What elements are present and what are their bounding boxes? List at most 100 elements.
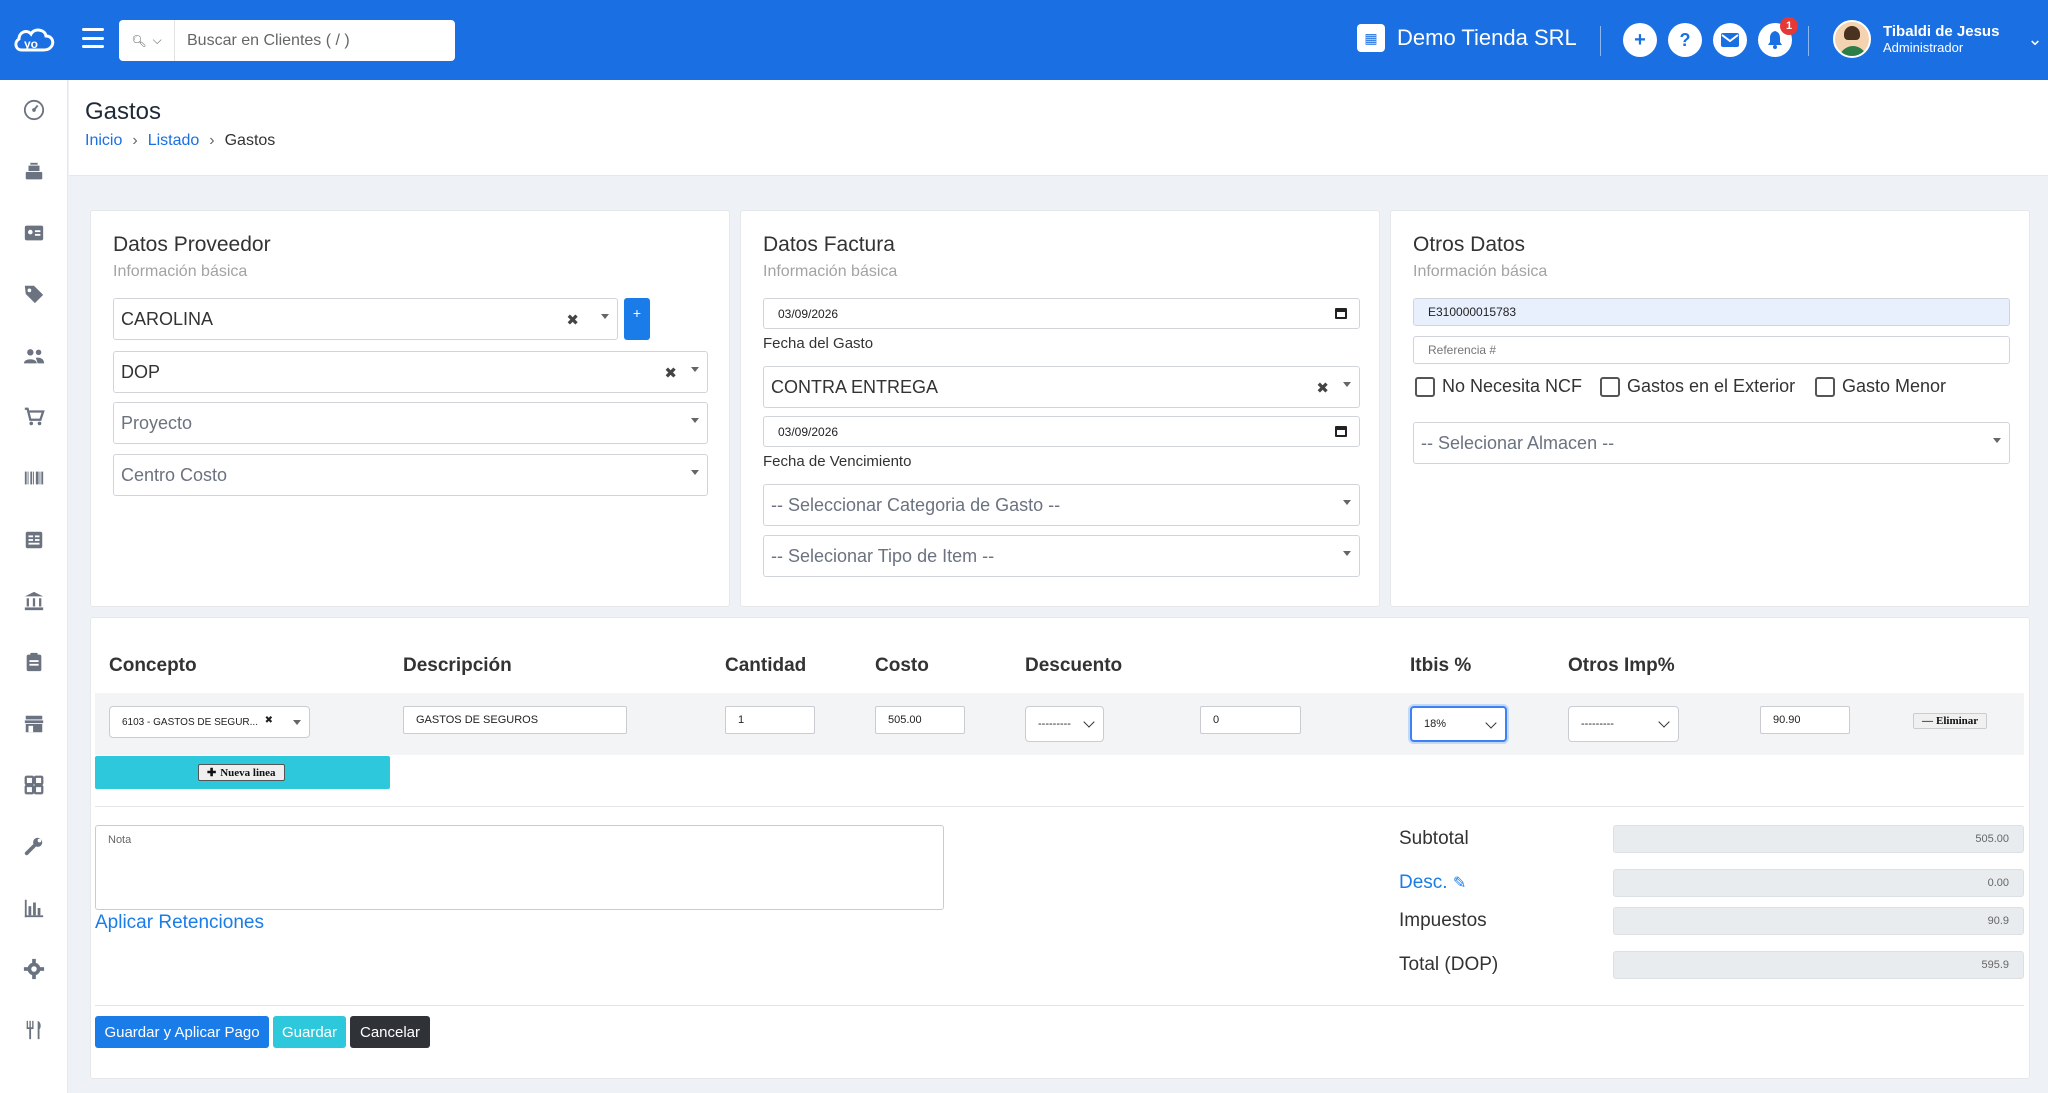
- barcode-icon[interactable]: [22, 466, 46, 490]
- bank-icon[interactable]: [22, 589, 46, 613]
- bar-chart-icon[interactable]: [22, 896, 46, 920]
- minor-expense-label: Gasto Menor: [1842, 376, 1947, 396]
- tag-icon[interactable]: [22, 282, 46, 306]
- breadcrumb-home[interactable]: Inicio: [85, 132, 122, 150]
- store-front-icon[interactable]: [22, 712, 46, 736]
- quick-add-button[interactable]: +: [1623, 23, 1657, 57]
- description-input[interactable]: GASTOS DE SEGUROS: [403, 706, 627, 734]
- caret-down-icon: [1343, 551, 1351, 556]
- project-select[interactable]: Proyecto: [113, 402, 708, 444]
- supplier-select[interactable]: CAROLINA ✖: [113, 298, 618, 340]
- notifications-button[interactable]: 1: [1758, 17, 1798, 57]
- concept-select[interactable]: 6103 - GASTOS DE SEGUR... ✖: [109, 706, 310, 738]
- total-label: Total (DOP): [1399, 954, 1499, 975]
- line-total-input[interactable]: 90.90: [1760, 706, 1850, 734]
- clear-icon[interactable]: ✖: [566, 311, 579, 329]
- exterior-checkbox[interactable]: Gastos en el Exterior: [1600, 376, 1795, 397]
- discount-type-select[interactable]: ---------: [1025, 706, 1104, 742]
- subtotal-value: 505.00: [1613, 825, 2024, 853]
- cancel-button[interactable]: Cancelar: [350, 1016, 430, 1048]
- card-title: Datos Proveedor: [113, 233, 271, 256]
- invoice-icon[interactable]: [22, 528, 46, 552]
- discount-input[interactable]: 0: [1200, 706, 1301, 734]
- expense-date-value: 03/09/2026: [778, 306, 839, 321]
- avatar: [1833, 20, 1871, 58]
- itbis-select[interactable]: 18%: [1410, 706, 1507, 742]
- company-name: Demo Tienda SRL: [1397, 25, 1577, 50]
- clear-icon[interactable]: ✖: [1316, 379, 1329, 397]
- cost-input[interactable]: 505.00: [875, 706, 965, 734]
- expense-date-input[interactable]: 03/09/2026: [763, 298, 1360, 329]
- calendar-icon[interactable]: [1335, 426, 1347, 437]
- company-switcher[interactable]: ▦ Demo Tienda SRL: [1357, 24, 1577, 52]
- new-line-button[interactable]: ✚ Nueva linea: [198, 764, 285, 781]
- clear-icon[interactable]: ✖: [664, 364, 677, 382]
- chevron-down-icon: ⌵: [152, 33, 162, 47]
- caret-down-icon: [1343, 500, 1351, 505]
- header-descripcion: Descripción: [403, 655, 512, 676]
- restaurant-icon[interactable]: [22, 1018, 46, 1042]
- checkbox-box[interactable]: [1415, 376, 1435, 397]
- note-textarea[interactable]: Nota: [95, 825, 944, 910]
- chevron-right-icon: ›: [132, 132, 138, 149]
- header-descuento: Descuento: [1025, 655, 1123, 676]
- warehouse-select[interactable]: -- Selecionar Almacen --: [1413, 422, 2010, 464]
- bell-icon: [1768, 31, 1782, 49]
- cost-center-select[interactable]: Centro Costo: [113, 454, 708, 496]
- clear-icon[interactable]: ✖: [265, 715, 273, 726]
- minor-expense-checkbox[interactable]: Gasto Menor: [1815, 376, 1946, 397]
- ncf-input[interactable]: E310000015783: [1413, 298, 2010, 326]
- plus-icon: +: [1634, 28, 1646, 51]
- caret-down-icon: [293, 720, 301, 725]
- chevron-right-icon: ›: [209, 132, 215, 149]
- no-ncf-label: No Necesita NCF: [1442, 376, 1583, 396]
- page-header: Gastos Inicio › Listado › Gastos: [69, 80, 2048, 176]
- delete-line-button[interactable]: — Eliminar: [1913, 713, 1988, 729]
- warehouse-placeholder: -- Selecionar Almacen --: [1421, 432, 1615, 453]
- discount-type-value: ---------: [1038, 718, 1071, 730]
- menu-toggle-icon[interactable]: [82, 28, 104, 48]
- apply-retentions-link[interactable]: Aplicar Retenciones: [95, 912, 264, 934]
- tools-icon[interactable]: [22, 834, 46, 858]
- reference-input[interactable]: Referencia #: [1413, 336, 2010, 364]
- search-input[interactable]: [175, 20, 455, 61]
- gear-icon[interactable]: [22, 957, 46, 981]
- caret-down-icon: [691, 418, 699, 423]
- cart-icon[interactable]: [22, 405, 46, 429]
- search-scope-dropdown[interactable]: 🔍︎ ⌵: [119, 20, 175, 61]
- divider: [1808, 26, 1809, 56]
- currency-select[interactable]: DOP ✖: [113, 351, 708, 393]
- checkbox-box[interactable]: [1815, 376, 1835, 397]
- card-subtitle: Información básica: [1413, 263, 1548, 280]
- quantity-input[interactable]: 1: [725, 706, 815, 734]
- discount-edit-link[interactable]: Desc. ✎: [1399, 872, 1466, 894]
- checkbox-box[interactable]: [1600, 376, 1620, 397]
- calendar-icon[interactable]: [1335, 308, 1347, 319]
- due-date-input[interactable]: 03/09/2026: [763, 416, 1360, 447]
- messages-button[interactable]: [1713, 23, 1747, 57]
- help-button[interactable]: ?: [1668, 23, 1702, 57]
- user-menu[interactable]: Tibaldi de Jesus Administrador ⌄: [1833, 20, 2043, 58]
- sidebar: [0, 80, 68, 1093]
- caret-down-icon: [1993, 438, 2001, 443]
- app-logo-icon[interactable]: yo: [12, 24, 56, 56]
- breadcrumb-current: Gastos: [224, 132, 276, 149]
- card-title: Datos Factura: [763, 233, 895, 256]
- users-icon[interactable]: [22, 344, 46, 368]
- apps-grid-icon[interactable]: [22, 773, 46, 797]
- clipboard-icon[interactable]: [22, 650, 46, 674]
- chevron-down-icon: [1083, 716, 1095, 728]
- cash-register-icon[interactable]: [22, 160, 46, 184]
- payment-term-select[interactable]: CONTRA ENTREGA ✖: [763, 366, 1360, 408]
- save-button[interactable]: Guardar: [273, 1016, 346, 1048]
- item-type-select[interactable]: -- Selecionar Tipo de Item --: [763, 535, 1360, 577]
- no-ncf-checkbox[interactable]: No Necesita NCF: [1415, 376, 1582, 397]
- dashboard-icon[interactable]: [22, 98, 46, 122]
- add-supplier-button[interactable]: +: [624, 298, 650, 340]
- save-and-pay-button[interactable]: Guardar y Aplicar Pago: [95, 1016, 269, 1048]
- expense-category-select[interactable]: -- Seleccionar Categoria de Gasto --: [763, 484, 1360, 526]
- breadcrumb-list[interactable]: Listado: [148, 132, 200, 150]
- question-icon: ?: [1679, 29, 1691, 50]
- contact-card-icon[interactable]: [22, 221, 46, 245]
- other-tax-select[interactable]: ---------: [1568, 706, 1679, 742]
